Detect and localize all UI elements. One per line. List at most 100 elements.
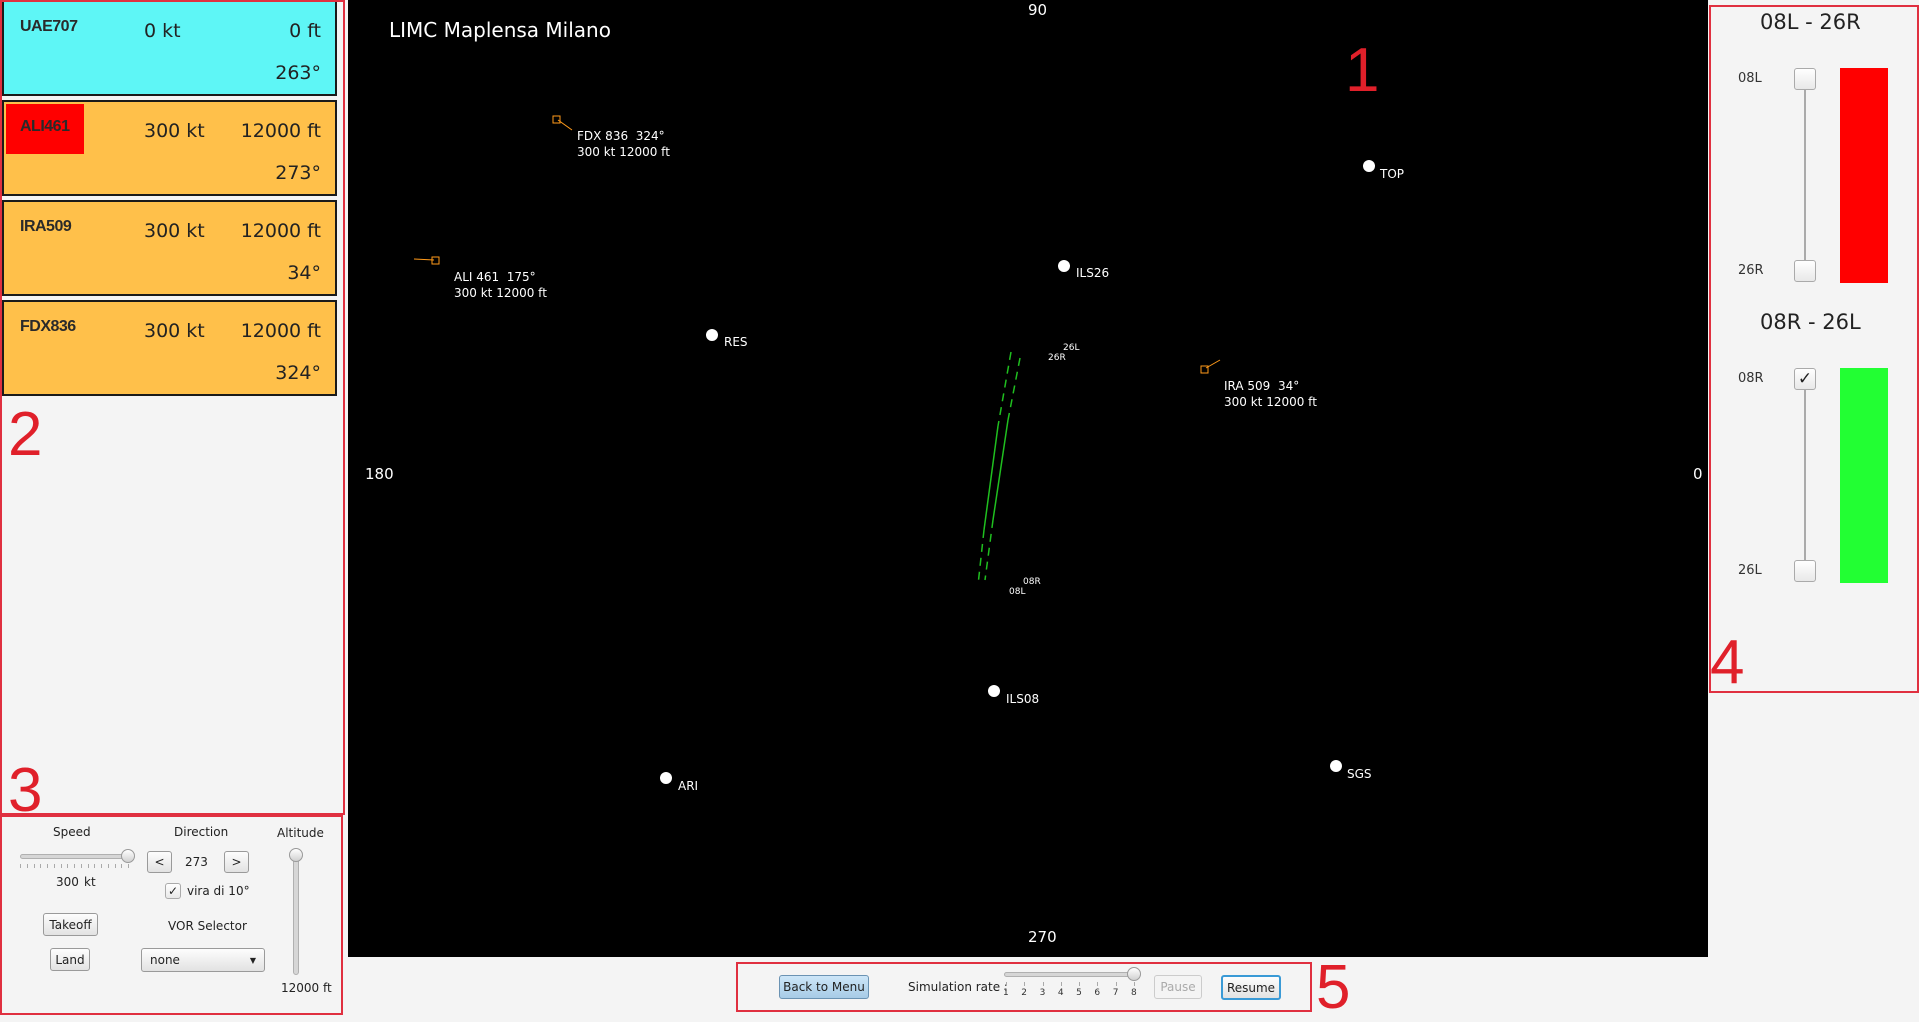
runway-label: 08L (1009, 587, 1026, 597)
rate-tick-label: 1 (1003, 988, 1009, 998)
runway-26r-checkbox[interactable] (1794, 260, 1816, 282)
speed-slider-thumb[interactable] (121, 849, 135, 863)
speed-slider-track[interactable] (20, 854, 128, 859)
runway-end-label: 26L (1738, 563, 1762, 578)
vor-selector-value: none (150, 953, 180, 967)
strips-area-outline (0, 0, 345, 815)
runway-status-indicator (1840, 368, 1888, 583)
turn-10-label: vira di 10° (187, 884, 250, 898)
slider-tick (114, 864, 116, 868)
slider-tick (53, 864, 55, 868)
slider-tick (40, 864, 42, 868)
runway-08l-26r (983, 425, 999, 531)
slider-tick (121, 864, 123, 868)
rate-tick-mark (1042, 982, 1044, 986)
vor-selector-label: VOR Selector (168, 919, 247, 933)
rate-tick-mark (1024, 982, 1026, 986)
altitude-label: Altitude (277, 826, 324, 840)
land-button[interactable]: Land (50, 948, 90, 971)
runway-pair-title: 08R - 26L (1760, 310, 1861, 334)
runway-08l-checkbox[interactable] (1794, 68, 1816, 90)
slider-tick (20, 864, 21, 868)
rate-tick-label: 4 (1057, 988, 1064, 998)
slider-tick (94, 864, 96, 868)
area-label: 2 (8, 400, 43, 469)
runway-08l-26r-dashed (977, 529, 985, 586)
runway-drawing (413, 115, 1221, 586)
rate-tick-label: 7 (1112, 988, 1119, 998)
runway-divider (1804, 390, 1806, 562)
aircraft-label-line: 300 kt 12000 ft (1224, 395, 1317, 409)
rate-tick-mark (1097, 982, 1099, 986)
runway-end-label: 08R (1738, 371, 1764, 386)
runway-end-label: 08L (1738, 71, 1762, 86)
runway-status-indicator (1840, 68, 1888, 283)
aircraft-label-line: 300 kt 12000 ft (577, 145, 670, 159)
direction-decrease-button[interactable]: < (147, 851, 172, 873)
rate-tick-label: 2 (1021, 988, 1028, 998)
aircraft-label-line: 300 kt 12000 ft (454, 286, 547, 300)
slider-tick (60, 864, 62, 868)
takeoff-button[interactable]: Takeoff (43, 913, 98, 936)
aircraft-label-line: ALI 461 175° (454, 270, 536, 284)
radar-screen[interactable]: LIMC Maplensa Milano 1 90 270 180 0 TOP … (348, 0, 1708, 957)
altitude-slider-track[interactable] (293, 848, 299, 975)
runway-label: 26R (1048, 353, 1066, 363)
slider-tick (80, 864, 82, 868)
resume-button[interactable]: Resume (1221, 975, 1281, 1000)
rate-tick-mark (1060, 982, 1062, 986)
aircraft-label-ira509[interactable]: IRA 509 34° 300 kt 12000 ft (1224, 378, 1317, 410)
direction-value: 273 (185, 855, 208, 869)
runway-label: 26L (1063, 343, 1080, 353)
rate-tick-label: 6 (1094, 988, 1101, 998)
rate-tick-label: 8 (1131, 988, 1137, 998)
speed-value: 300 (56, 875, 79, 889)
simulation-rate-slider-track[interactable] (1004, 972, 1140, 977)
aircraft-label-line: IRA 509 34° (1224, 379, 1300, 393)
altitude-slider-thumb[interactable] (289, 848, 303, 862)
aircraft-label-ali461[interactable]: ALI 461 175° 300 kt 12000 ft (454, 269, 547, 301)
aircraft-fdx836 (552, 115, 561, 124)
aircraft-label-line: FDX 836 324° (577, 129, 665, 143)
runway-08r-checkbox[interactable]: ✓ (1794, 368, 1816, 390)
rate-tick-mark (1115, 982, 1117, 986)
runway-08r-26l-dashed (984, 519, 994, 581)
rate-tick-mark (1079, 982, 1081, 986)
slider-tick (33, 864, 35, 868)
slider-tick (107, 864, 109, 868)
vor-selector-dropdown[interactable]: none ▼ (141, 948, 265, 972)
area-label: 4 (1710, 628, 1745, 697)
slider-tick (74, 864, 75, 868)
rate-tick-label: 5 (1076, 988, 1082, 998)
runway-08r-26l-dashed (1007, 357, 1021, 421)
simulation-rate-label: Simulation rate : (908, 980, 1008, 994)
rate-tick-mark (1006, 982, 1007, 986)
runway-pair-title: 08L - 26R (1760, 10, 1861, 34)
runway-end-label: 26R (1738, 263, 1764, 278)
runway-08r-26l (992, 419, 1009, 521)
aircraft-label-fdx836[interactable]: FDX 836 324° 300 kt 12000 ft (577, 128, 670, 160)
simulation-rate-slider-thumb[interactable] (1127, 967, 1141, 981)
direction-label: Direction (174, 825, 229, 839)
slider-tick (47, 864, 48, 868)
slider-tick (26, 864, 28, 868)
runway-label: 08R (1023, 577, 1041, 587)
rate-tick-mark (1134, 982, 1135, 986)
speed-label: Speed (53, 825, 91, 839)
slider-tick (128, 864, 129, 868)
area-label: 5 (1316, 953, 1351, 1022)
aircraft-ali461 (431, 256, 440, 265)
chevron-down-icon: ▼ (249, 955, 256, 965)
area-label: 3 (8, 756, 43, 825)
pause-button[interactable]: Pause (1154, 975, 1202, 999)
runway-divider (1804, 90, 1806, 262)
slider-tick (101, 864, 102, 868)
rate-tick-label: 3 (1039, 988, 1046, 998)
runway-26l-checkbox[interactable] (1794, 560, 1816, 582)
speed-unit: kt (84, 875, 96, 889)
altitude-value: 12000 ft (281, 981, 332, 995)
back-to-menu-button[interactable]: Back to Menu (779, 975, 869, 999)
turn-10-checkbox[interactable]: ✓ (165, 883, 181, 899)
direction-increase-button[interactable]: > (224, 851, 249, 873)
slider-tick (67, 864, 69, 868)
